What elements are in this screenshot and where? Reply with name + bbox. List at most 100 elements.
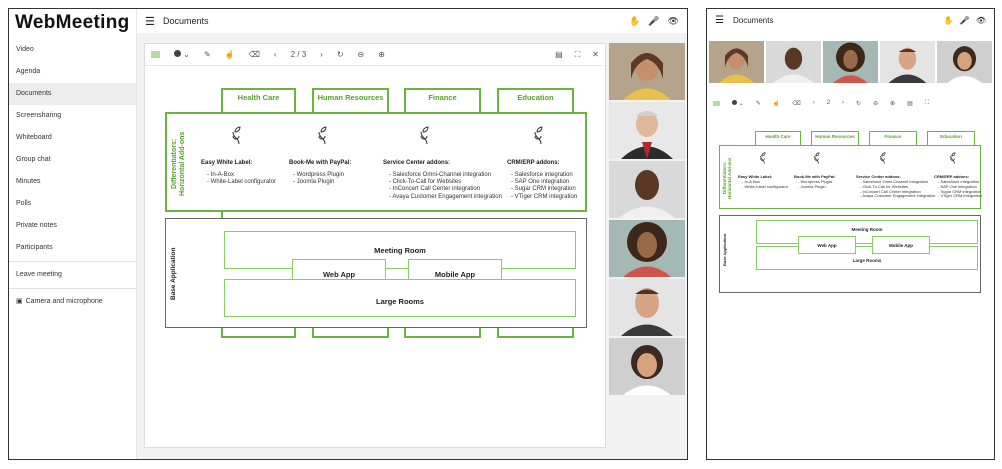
prev-page-icon[interactable]: ‹ bbox=[274, 50, 277, 59]
top-bar: ☰ Documents ✋ 🎤 👁 bbox=[707, 9, 994, 31]
menu-icon[interactable]: ☰ bbox=[145, 15, 163, 28]
participant-video[interactable] bbox=[823, 41, 878, 83]
bottom-tab bbox=[312, 328, 389, 338]
sidebar-item-documents[interactable]: Documents bbox=[9, 83, 136, 105]
main-area: ☰ Documents ✋ 🎤 👁 ⌄ ✎ ☝ ⌫ ‹ 2 / 3 › ↻ ⊖ … bbox=[137, 9, 687, 459]
participant-video[interactable] bbox=[766, 41, 821, 83]
zoom-in-icon[interactable]: ⊕ bbox=[890, 100, 895, 107]
tab-finance: Finance bbox=[869, 131, 917, 145]
page-title: Documents bbox=[163, 16, 209, 26]
differentiators-box: Differentiators: Horizontal Add-ons Easy … bbox=[165, 112, 587, 212]
eraser-icon[interactable]: ⌫ bbox=[249, 50, 260, 59]
camera-microphone-label: Camera and microphone bbox=[25, 298, 103, 305]
zoom-in-icon[interactable]: ⊕ bbox=[378, 50, 385, 59]
next-page-icon[interactable]: › bbox=[320, 50, 323, 59]
sidebar: WebMeeting Video Agenda Documents Screen… bbox=[9, 9, 137, 459]
column-title: Easy White Label: bbox=[201, 160, 253, 166]
sidebar-item-screensharing[interactable]: Screensharing bbox=[9, 105, 136, 127]
camera-microphone-button[interactable]: ▣ Camera and microphone bbox=[9, 291, 136, 313]
participant-video[interactable] bbox=[937, 41, 992, 83]
eraser-icon[interactable]: ⌫ bbox=[792, 100, 800, 107]
pointer-icon[interactable]: ☝ bbox=[225, 50, 235, 59]
sidebar-item-polls[interactable]: Polls bbox=[9, 193, 136, 215]
tab-human-resources: Human Resources bbox=[312, 88, 389, 112]
sprout-icon bbox=[232, 126, 241, 145]
participant-video[interactable] bbox=[609, 102, 685, 159]
document-toolbar: ⌄ ✎ ☝ ⌫ ‹ 2 / 3 › ↻ ⊖ ⊕ ▤ ⛶ ✕ bbox=[145, 44, 605, 66]
presentation-icon[interactable]: ▤ bbox=[907, 100, 913, 107]
leave-meeting-button[interactable]: Leave meeting bbox=[9, 264, 136, 286]
refresh-icon[interactable]: ↻ bbox=[337, 50, 344, 59]
sprout-icon bbox=[420, 126, 429, 145]
large-rooms-box: Large Rooms bbox=[224, 279, 576, 317]
camera-icon: ▣ bbox=[16, 298, 23, 305]
sidebar-divider bbox=[9, 288, 136, 289]
close-icon[interactable]: ✕ bbox=[592, 50, 599, 60]
base-application-box: Base Application Meeting Room Web App Mo… bbox=[719, 215, 981, 293]
app-logo: WebMeeting bbox=[15, 12, 130, 33]
participant-video[interactable] bbox=[609, 43, 685, 100]
slide-diagram: Health Care Human Resources Finance Educ… bbox=[157, 66, 587, 338]
bottom-tab bbox=[497, 328, 574, 338]
mobile-window: ☰ Documents ✋ 🎤 👁 ⌄ ✎ ☝ ⌫ ‹ 2 › ↻ ⊖ ⊕ ▤ … bbox=[706, 8, 995, 460]
tab-education: Education bbox=[497, 88, 574, 112]
tab-health-care: Health Care bbox=[221, 88, 296, 112]
sidebar-item-whiteboard[interactable]: Whiteboard bbox=[9, 127, 136, 149]
next-page-icon[interactable]: › bbox=[842, 100, 844, 106]
participant-video[interactable] bbox=[709, 41, 764, 83]
page-indicator: 2 / 3 bbox=[290, 50, 307, 59]
color-swatch[interactable] bbox=[713, 100, 720, 106]
pen-size-dropdown[interactable]: ⌄ bbox=[732, 99, 744, 107]
fullscreen-icon[interactable]: ⛶ bbox=[925, 100, 929, 107]
sprout-icon bbox=[760, 152, 766, 164]
pencil-icon[interactable]: ✎ bbox=[204, 50, 211, 59]
column-title: CRM/ERP addons: bbox=[507, 160, 560, 166]
column-list: Salesforce Omni-Channel integrationClick… bbox=[389, 172, 502, 201]
bottom-tab bbox=[404, 328, 481, 338]
column-list: In-A-BoxWhite-Label configurator bbox=[742, 179, 788, 190]
column-list: Salesforce integrationSAP One integratio… bbox=[938, 179, 982, 199]
bottom-tab bbox=[221, 328, 296, 338]
desktop-window: WebMeeting Video Agenda Documents Screen… bbox=[8, 8, 688, 460]
microphone-icon[interactable]: 🎤 bbox=[960, 16, 970, 25]
sidebar-item-video[interactable]: Video bbox=[9, 39, 136, 61]
sidebar-item-private-notes[interactable]: Private notes bbox=[9, 215, 136, 237]
fullscreen-icon[interactable]: ⛶ bbox=[575, 50, 581, 60]
pen-size-dropdown[interactable]: ⌄ bbox=[174, 50, 190, 59]
hand-icon[interactable]: ✋ bbox=[944, 16, 954, 25]
eye-icon[interactable]: 👁 bbox=[668, 16, 679, 27]
participant-video-column bbox=[607, 43, 687, 413]
hand-icon[interactable]: ✋ bbox=[629, 16, 640, 27]
tab-education: Education bbox=[927, 131, 975, 145]
sidebar-item-minutes[interactable]: Minutes bbox=[9, 171, 136, 193]
refresh-icon[interactable]: ↻ bbox=[856, 100, 861, 107]
large-rooms-box: Large Rooms bbox=[756, 246, 978, 270]
zoom-out-icon[interactable]: ⊖ bbox=[873, 100, 878, 107]
column-title: Book-Me with PayPal: bbox=[289, 160, 352, 166]
sprout-icon bbox=[814, 152, 820, 164]
color-swatch[interactable] bbox=[151, 51, 160, 58]
participant-video[interactable] bbox=[609, 161, 685, 218]
microphone-icon[interactable]: 🎤 bbox=[648, 16, 659, 27]
participant-video[interactable] bbox=[609, 338, 685, 395]
mobile-app-box: Mobile App bbox=[872, 236, 930, 254]
column-list: Salesforce integrationSAP One integratio… bbox=[511, 172, 577, 201]
sidebar-item-group-chat[interactable]: Group chat bbox=[9, 149, 136, 171]
base-application-label: Base Application bbox=[170, 247, 177, 301]
pointer-icon[interactable]: ☝ bbox=[773, 100, 780, 107]
sidebar-item-participants[interactable]: Participants bbox=[9, 237, 136, 259]
prev-page-icon[interactable]: ‹ bbox=[813, 100, 815, 106]
sidebar-item-agenda[interactable]: Agenda bbox=[9, 61, 136, 83]
slide-diagram: Health Care Human Resources Finance Educ… bbox=[717, 131, 987, 301]
column-list: In-A-BoxWhite-Label configurator bbox=[207, 172, 276, 186]
presentation-icon[interactable]: ▤ bbox=[555, 50, 563, 60]
participant-video[interactable] bbox=[880, 41, 935, 83]
eye-icon[interactable]: 👁 bbox=[976, 16, 986, 25]
pencil-icon[interactable]: ✎ bbox=[756, 100, 761, 107]
column-list: Wordpress PluginJoomla Plugin bbox=[293, 172, 344, 186]
zoom-out-icon[interactable]: ⊖ bbox=[358, 50, 365, 59]
participant-video[interactable] bbox=[609, 279, 685, 336]
menu-icon[interactable]: ☰ bbox=[715, 15, 733, 26]
participant-video[interactable] bbox=[609, 220, 685, 277]
tab-health-care: Health Care bbox=[755, 131, 801, 145]
